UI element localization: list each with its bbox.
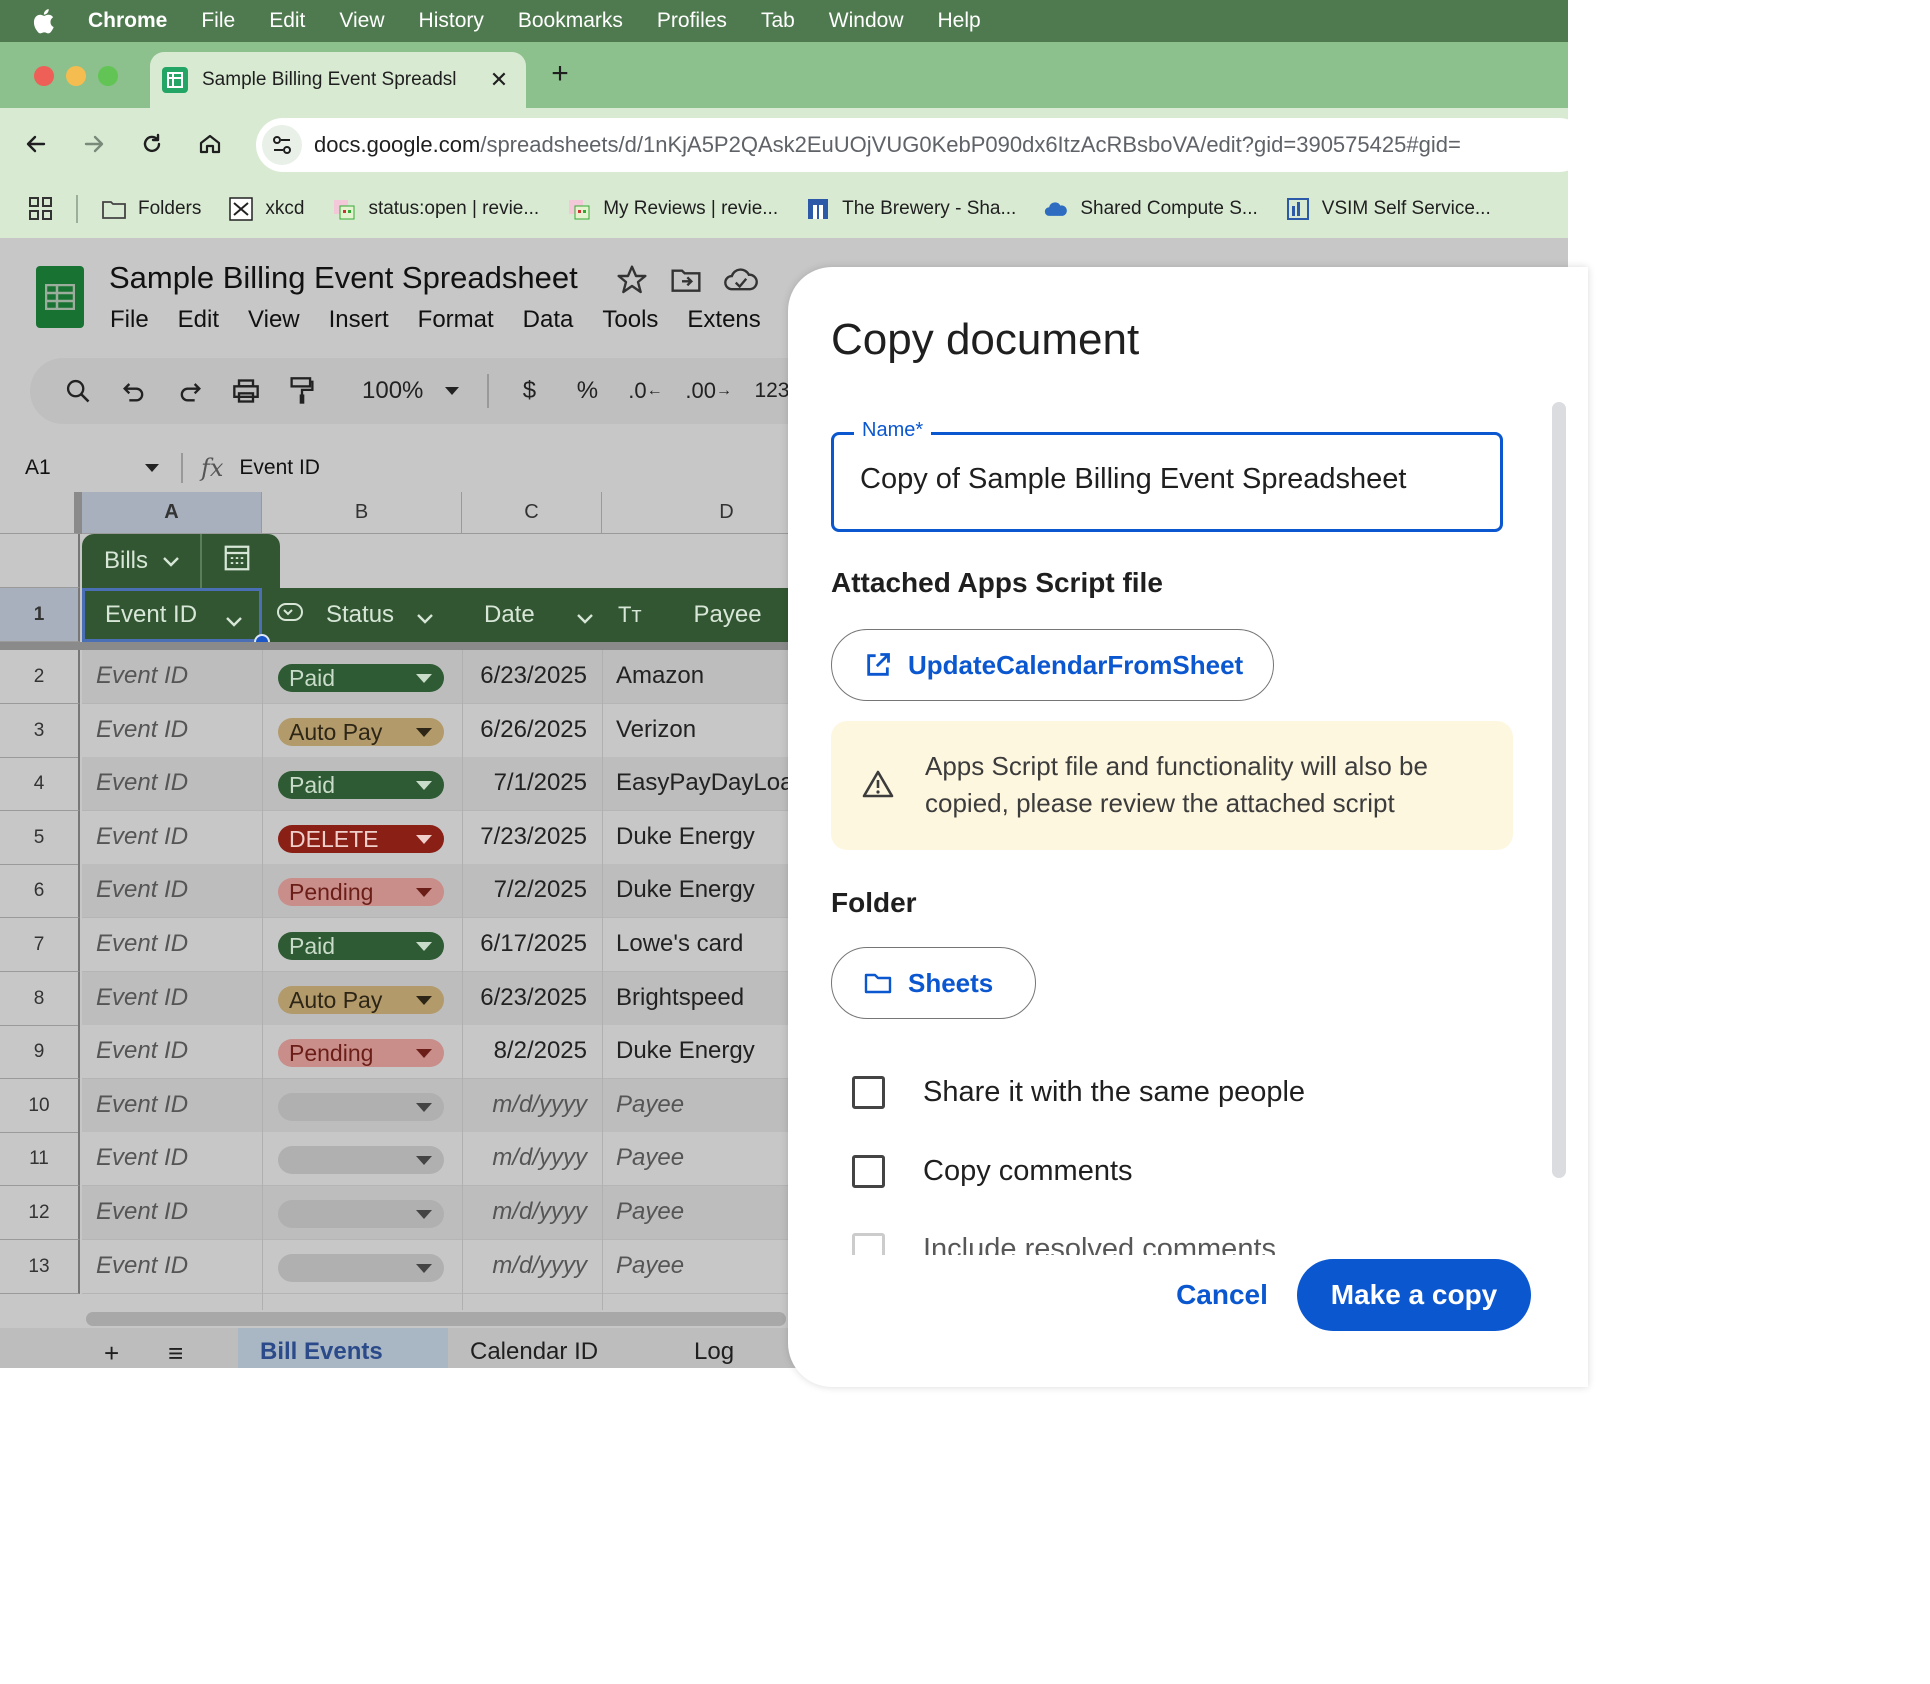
bookmark-label: Folders [138,198,202,219]
url-host: docs.google.com [314,132,481,157]
dialog-scrollbar[interactable] [1552,402,1566,1178]
script-heading: Attached Apps Script file [831,567,1163,598]
option-include-resolved[interactable]: Include resolved comments [852,1233,1276,1255]
bookmark-label: status:open | revie... [368,198,540,219]
sharepoint-icon [806,197,830,221]
option-label: Include resolved comments [923,1233,1276,1255]
window-close-button[interactable] [34,66,54,86]
warning-icon [861,769,895,804]
dialog-title: Copy document [831,315,1140,364]
bookmark-label: Shared Compute S... [1080,198,1258,219]
name-field[interactable]: Name* [831,419,1503,532]
bookmark-folders[interactable]: Folders [102,197,201,221]
bookmarks-divider [76,195,78,223]
bookmark-label: The Brewery - Sha... [842,198,1017,219]
url-path: /spreadsheets/d/1nKjA5P2QAsk2EuUOjVUG0Ke… [480,132,1461,157]
cancel-button[interactable]: Cancel [1164,1262,1280,1328]
bookmark-label: xkcd [265,198,305,219]
gerrit-icon [332,197,356,221]
checkbox[interactable] [852,1155,885,1188]
option-label: Copy comments [923,1155,1133,1187]
back-arrow-icon[interactable] [18,126,54,162]
menu-help[interactable]: Help [938,9,981,33]
site-settings-icon[interactable] [262,125,302,165]
menu-profiles[interactable]: Profiles [657,9,727,33]
tab-close-icon[interactable]: ✕ [484,67,514,93]
checkbox[interactable] [852,1076,885,1109]
menu-chrome[interactable]: Chrome [88,9,167,33]
browser-tab-active[interactable]: Sample Billing Event Spreadsl ✕ [150,52,526,108]
gerrit-icon [567,197,591,221]
window-minimize-button[interactable] [66,66,86,86]
address-bar[interactable]: docs.google.com /spreadsheets/d/1nKjA5P2… [256,118,1586,172]
menu-bookmarks[interactable]: Bookmarks [518,9,623,33]
menu-history[interactable]: History [419,9,484,33]
new-tab-icon[interactable]: + [544,57,576,90]
xkcd-icon [229,197,254,221]
cloud-icon [1044,197,1068,221]
folder-button-label: Sheets [908,967,994,998]
menu-file[interactable]: File [201,9,235,33]
reload-icon[interactable] [134,126,170,162]
menu-edit[interactable]: Edit [269,9,305,33]
option-share-same-people[interactable]: Share it with the same people [852,1076,1305,1109]
warning-text: Apps Script file and functionality will … [925,751,1428,818]
menu-view[interactable]: View [339,9,384,33]
home-icon[interactable] [192,126,228,162]
apple-menu-icon[interactable] [30,8,58,34]
name-field-label: Name* [854,419,932,442]
name-input[interactable] [860,463,1480,496]
folder-heading: Folder [831,887,917,918]
bookmark-my-reviews[interactable]: My Reviews | revie... [567,197,778,221]
bookmark-label: My Reviews | revie... [603,198,779,219]
menu-tab[interactable]: Tab [761,9,795,33]
copy-document-dialog: Copy document Name* Attached Apps Script… [788,267,1588,1387]
bookmark-status-open[interactable]: status:open | revie... [332,197,539,221]
open-script-button[interactable]: UpdateCalendarFromSheet [831,629,1274,701]
bookmark-shared-compute[interactable]: Shared Compute S... [1044,197,1258,221]
apps-script-warning: Apps Script file and functionality will … [831,721,1513,850]
bookmark-xkcd[interactable]: xkcd [229,197,304,221]
bookmark-label: VSIM Self Service... [1321,198,1491,219]
name-label-text: Name [862,419,916,441]
bookmark-vsim[interactable]: VSIM Self Service... [1286,197,1491,221]
open-in-new-icon [864,651,892,679]
forward-arrow-icon[interactable] [76,126,112,162]
folder-icon [102,197,126,221]
apps-grid-icon[interactable] [28,196,54,222]
macos-menubar: Chrome File Edit View History Bookmarks … [0,0,1568,42]
bookmarks-bar: Folders xkcd status:open | revie... My R… [0,180,1568,238]
window-zoom-button[interactable] [98,66,118,86]
checkbox[interactable] [852,1233,885,1255]
open-script-label: UpdateCalendarFromSheet [908,649,1244,680]
tab-title: Sample Billing Event Spreadsl [202,69,457,90]
vsim-icon [1286,197,1310,221]
option-label: Share it with the same people [923,1076,1306,1108]
sheets-favicon-icon [162,67,188,93]
folder-icon [864,971,892,995]
menu-window[interactable]: Window [829,9,904,33]
bookmark-brewery[interactable]: The Brewery - Sha... [806,197,1016,221]
make-a-copy-button[interactable]: Make a copy [1297,1259,1531,1331]
option-copy-comments[interactable]: Copy comments [852,1155,1133,1188]
folder-picker-button[interactable]: Sheets [831,947,1036,1019]
required-marker: * [915,419,924,441]
